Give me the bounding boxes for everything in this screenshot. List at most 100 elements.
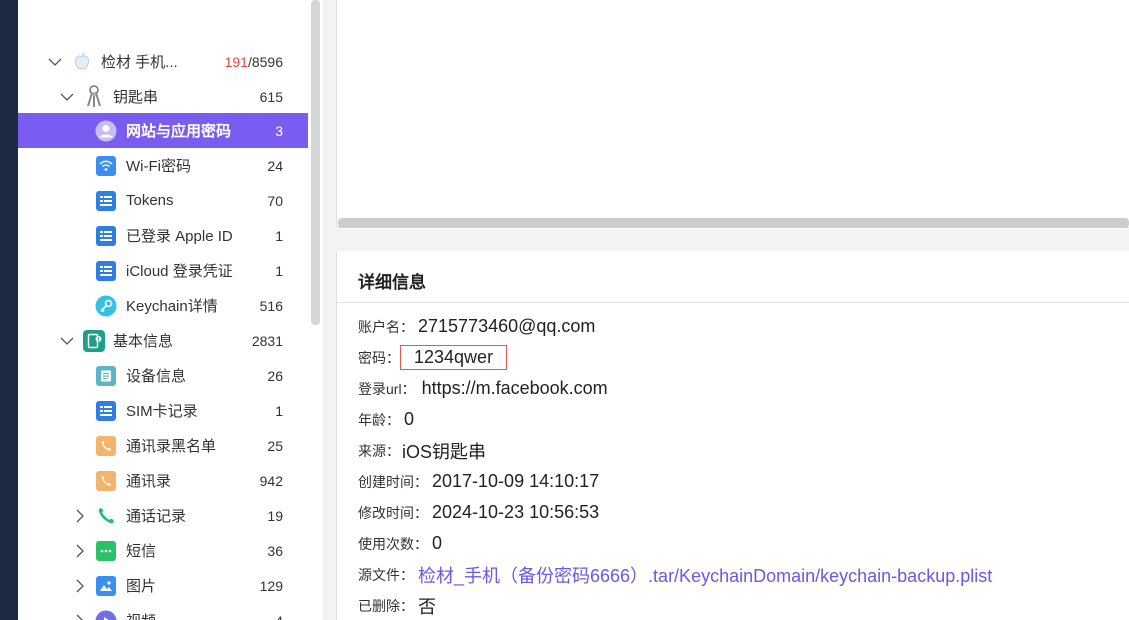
sidebar-scrollbar[interactable] xyxy=(311,0,320,325)
tree-item-label: Keychain详情 xyxy=(126,298,218,315)
chevron-right-icon[interactable] xyxy=(73,509,87,523)
details-panel: 详细信息 账户名： 2715773460@qq.com 密码： 1234qwer… xyxy=(336,251,1129,620)
detail-deleted-value: 否 xyxy=(418,596,436,617)
list-card-icon xyxy=(95,260,117,282)
tree-item-label: 基本信息 xyxy=(113,333,174,350)
tree-item-label: Wi-Fi密码 xyxy=(126,158,191,175)
tree-item-label: SIM卡记录 xyxy=(126,403,198,420)
divider xyxy=(337,302,1129,303)
tree-item-icloud-credentials[interactable]: iCloud 登录凭证 1 xyxy=(18,253,308,288)
detail-modified-value: 2024-10-23 10:56:53 xyxy=(432,502,600,522)
tree-item-count: 26 xyxy=(267,367,283,384)
chevron-right-icon[interactable] xyxy=(73,614,87,620)
tree-item-count: 516 xyxy=(259,297,283,314)
tree-item-call-logs[interactable]: 通话记录 19 xyxy=(18,498,308,533)
app-left-strip xyxy=(0,0,18,620)
tree-item-label: 网站与应用密码 xyxy=(126,123,232,140)
detail-usage-value: 0 xyxy=(432,533,443,553)
video-icon xyxy=(95,610,117,620)
key-icon xyxy=(95,295,117,317)
chevron-down-icon[interactable] xyxy=(48,55,62,69)
tree-item-web-app-passwords[interactable]: 网站与应用密码 3 xyxy=(18,113,308,148)
detail-label: 使用次数： xyxy=(358,535,428,552)
source-file-link[interactable]: 检材_手机（备份密码6666）.tar/KeychainDomain/keych… xyxy=(418,562,992,588)
tree-item-label: 图片 xyxy=(126,578,157,595)
tree-item-label: Tokens xyxy=(126,192,174,209)
tree-item-count: 1 xyxy=(275,262,283,279)
horizontal-scrollbar[interactable] xyxy=(338,218,1129,228)
detail-url-value: https://m.facebook.com xyxy=(421,378,608,398)
tree-item-evidence-phone[interactable]: 检材 手机... 191/8596 xyxy=(18,44,308,79)
tree-item-count: 3 xyxy=(275,122,283,139)
tree-item-tokens[interactable]: Tokens 70 xyxy=(18,183,308,218)
image-icon xyxy=(95,575,117,597)
wifi-icon xyxy=(95,155,117,177)
tree-item-contacts[interactable]: 通讯录 942 xyxy=(18,463,308,498)
tree-item-label: 检材 手机... xyxy=(101,54,178,71)
tree-item-label: 通讯录 xyxy=(126,473,172,490)
tree-item-count: 1 xyxy=(275,227,283,244)
detail-label: 来源： xyxy=(358,442,400,459)
detail-age-row: 年龄： 0 xyxy=(358,404,414,435)
pane-splitter[interactable] xyxy=(323,0,336,620)
tree-item-wifi-passwords[interactable]: Wi-Fi密码 24 xyxy=(18,148,308,183)
tree-item-label: 通讯录黑名单 xyxy=(126,438,217,455)
tree-item-videos[interactable]: 视频 4 xyxy=(18,603,308,620)
record-list-pane xyxy=(336,0,1129,228)
detail-source-row: 来源： iOS钥匙串 xyxy=(358,435,486,466)
tree-item-label: 短信 xyxy=(126,543,157,560)
document-icon xyxy=(95,365,117,387)
detail-label: 源文件： xyxy=(358,566,414,583)
detail-label: 创建时间： xyxy=(358,473,428,490)
tree-item-count: 24 xyxy=(267,157,283,174)
tree-item-label: 已登录 Apple ID xyxy=(126,228,233,245)
phone-icon xyxy=(95,505,117,527)
detail-url-row: 登录url： https://m.facebook.com xyxy=(358,373,608,404)
message-icon xyxy=(95,540,117,562)
tree-item-count: 942 xyxy=(259,472,283,489)
tree-item-images[interactable]: 图片 129 xyxy=(18,568,308,603)
detail-label: 账户名： xyxy=(358,318,414,335)
detail-source-file-row: 源文件： 检材_手机（备份密码6666）.tar/KeychainDomain/… xyxy=(358,559,992,590)
detail-age-value: 0 xyxy=(404,409,415,429)
tree-item-logged-apple-id[interactable]: 已登录 Apple ID 1 xyxy=(18,218,308,253)
user-icon xyxy=(95,120,117,142)
tree-item-contacts-blacklist[interactable]: 通讯录黑名单 25 xyxy=(18,428,308,463)
tree-item-device-info[interactable]: 设备信息 26 xyxy=(18,358,308,393)
chevron-right-icon[interactable] xyxy=(73,579,87,593)
detail-label: 登录url： xyxy=(358,380,416,397)
tree-item-count: 70 xyxy=(267,192,283,209)
detail-usage-row: 使用次数： 0 xyxy=(358,528,442,559)
list-card-icon xyxy=(95,190,117,212)
tree-item-count: 1 xyxy=(275,402,283,419)
tree-item-count: 191/8596 xyxy=(224,53,283,70)
tree-item-label: 钥匙串 xyxy=(113,89,159,106)
evidence-tree: 检材 手机... 191/8596 钥匙串 615 网站与应用密码 3 Wi-F… xyxy=(18,0,323,620)
detail-source-value: iOS钥匙串 xyxy=(402,441,487,462)
detail-label: 年龄： xyxy=(358,411,400,428)
detail-account-value: 2715773460@qq.com xyxy=(418,316,596,336)
tree-item-sim-records[interactable]: SIM卡记录 1 xyxy=(18,393,308,428)
tree-item-count: 4 xyxy=(275,613,283,620)
contact-book-icon xyxy=(95,470,117,492)
pane-splitter-horizontal[interactable] xyxy=(336,229,1129,251)
list-card-icon xyxy=(95,225,117,247)
device-info-icon xyxy=(83,329,105,352)
chevron-down-icon[interactable] xyxy=(60,334,74,348)
tree-item-count: 19 xyxy=(267,507,283,524)
tree-item-label: 设备信息 xyxy=(126,368,187,385)
detail-password-row: 密码： 1234qwer xyxy=(358,342,508,373)
chevron-down-icon[interactable] xyxy=(60,90,74,104)
details-title: 详细信息 xyxy=(358,273,426,292)
detail-label: 已删除： xyxy=(358,597,414,614)
contact-book-icon xyxy=(95,435,117,457)
tree-item-count: 2831 xyxy=(251,332,283,349)
chevron-right-icon[interactable] xyxy=(73,544,87,558)
tree-item-keychain-details[interactable]: Keychain详情 516 xyxy=(18,288,308,323)
list-card-icon xyxy=(95,400,117,422)
detail-modified-row: 修改时间： 2024-10-23 10:56:53 xyxy=(358,497,599,528)
tree-item-keychain[interactable]: 钥匙串 615 xyxy=(18,79,308,114)
tree-item-basic-info[interactable]: 基本信息 2831 xyxy=(18,323,308,358)
tree-item-sms[interactable]: 短信 36 xyxy=(18,533,308,568)
tree-item-count: 129 xyxy=(259,577,283,594)
